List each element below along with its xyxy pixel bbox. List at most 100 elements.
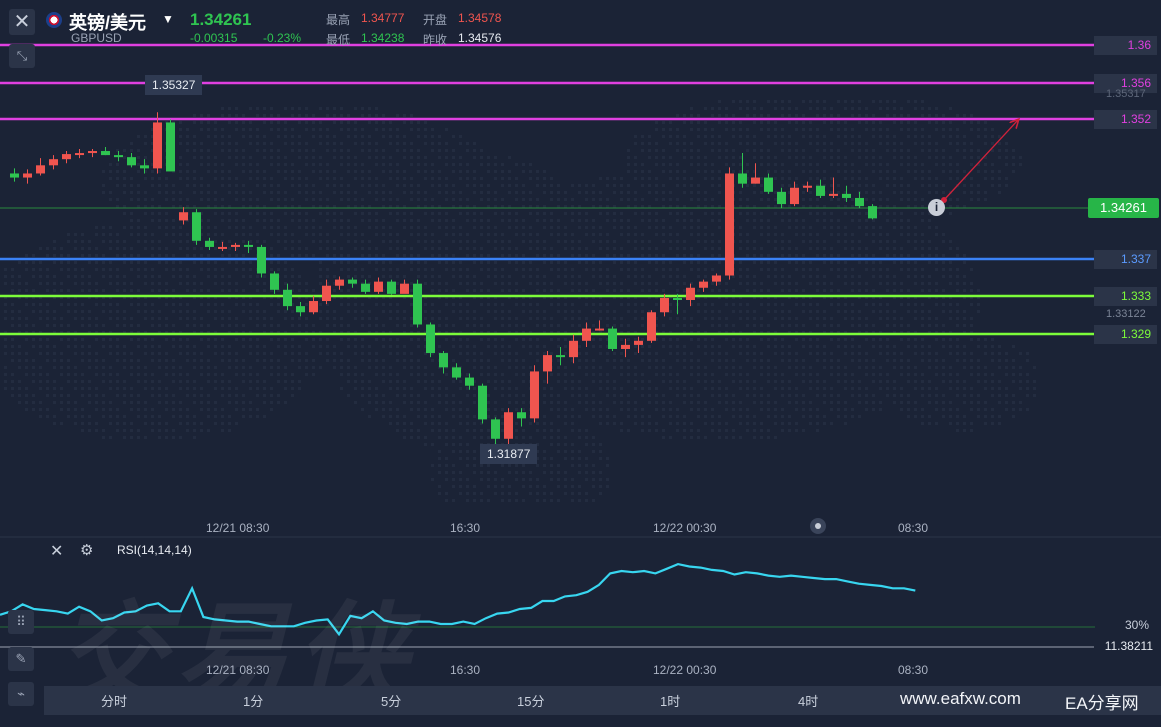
map-dot [963, 345, 966, 348]
map-dot [312, 359, 315, 362]
map-dot [11, 282, 14, 285]
map-dot [305, 114, 308, 117]
map-dot [788, 422, 791, 425]
map-dot [270, 163, 273, 166]
map-dot [452, 240, 455, 243]
map-dot [942, 156, 945, 159]
map-dot [970, 184, 973, 187]
map-dot [466, 478, 469, 481]
map-dot [788, 359, 791, 362]
map-dot [424, 156, 427, 159]
map-dot [403, 219, 406, 222]
map-dot [466, 492, 469, 495]
map-dot [872, 163, 875, 166]
map-dot [634, 422, 637, 425]
map-dot [417, 429, 420, 432]
map-dot [410, 219, 413, 222]
map-dot [760, 254, 763, 257]
map-dot [312, 184, 315, 187]
map-dot [53, 352, 56, 355]
map-dot [753, 107, 756, 110]
map-dot [480, 464, 483, 467]
map-dot [95, 429, 98, 432]
map-dot [256, 198, 259, 201]
map-dot [109, 338, 112, 341]
map-dot [144, 135, 147, 138]
map-dot [655, 226, 658, 229]
map-dot [690, 114, 693, 117]
map-dot [445, 191, 448, 194]
map-dot [872, 149, 875, 152]
map-dot [774, 163, 777, 166]
map-dot [53, 359, 56, 362]
map-dot [172, 198, 175, 201]
map-dot [74, 282, 77, 285]
map-dot [627, 408, 630, 411]
map-dot [333, 114, 336, 117]
map-dot [851, 345, 854, 348]
map-dot [284, 345, 287, 348]
map-dot [74, 268, 77, 271]
map-dot [816, 345, 819, 348]
map-dot [249, 373, 252, 376]
map-dot [137, 359, 140, 362]
map-dot [907, 184, 910, 187]
map-dot [515, 268, 518, 271]
map-dot [382, 198, 385, 201]
map-dot [32, 324, 35, 327]
map-dot [683, 254, 686, 257]
map-dot [781, 219, 784, 222]
map-dot [613, 191, 616, 194]
map-dot [501, 177, 504, 180]
map-dot [970, 268, 973, 271]
map-dot [949, 408, 952, 411]
map-dot [382, 121, 385, 124]
map-dot [536, 359, 539, 362]
map-dot [95, 247, 98, 250]
map-dot [340, 219, 343, 222]
map-dot [529, 366, 532, 369]
map-dot [557, 345, 560, 348]
map-dot [767, 149, 770, 152]
map-dot [375, 212, 378, 215]
map-dot [291, 324, 294, 327]
map-dot [739, 408, 742, 411]
map-dot [249, 212, 252, 215]
map-dot [382, 359, 385, 362]
map-dot [823, 114, 826, 117]
map-dot [494, 345, 497, 348]
map-dot [382, 366, 385, 369]
map-dot [221, 128, 224, 131]
map-dot [627, 303, 630, 306]
map-dot [564, 457, 567, 460]
map-dot [676, 268, 679, 271]
map-dot [781, 373, 784, 376]
map-dot [249, 191, 252, 194]
map-dot [739, 121, 742, 124]
map-dot [347, 156, 350, 159]
map-dot [711, 387, 714, 390]
map-dot [620, 268, 623, 271]
map-dot [116, 310, 119, 313]
map-dot [669, 247, 672, 250]
map-dot [627, 254, 630, 257]
map-dot [242, 415, 245, 418]
map-dot [123, 247, 126, 250]
map-dot [718, 429, 721, 432]
map-dot [571, 247, 574, 250]
map-dot [186, 394, 189, 397]
map-dot [403, 184, 406, 187]
map-dot [256, 128, 259, 131]
map-dot [487, 156, 490, 159]
map-dot [494, 317, 497, 320]
map-dot [711, 359, 714, 362]
map-dot [634, 191, 637, 194]
map-dot [151, 268, 154, 271]
map-dot [823, 352, 826, 355]
map-dot [963, 282, 966, 285]
map-dot [494, 275, 497, 278]
map-dot [354, 212, 357, 215]
map-dot [795, 163, 798, 166]
map-dot [277, 226, 280, 229]
map-dot [172, 408, 175, 411]
